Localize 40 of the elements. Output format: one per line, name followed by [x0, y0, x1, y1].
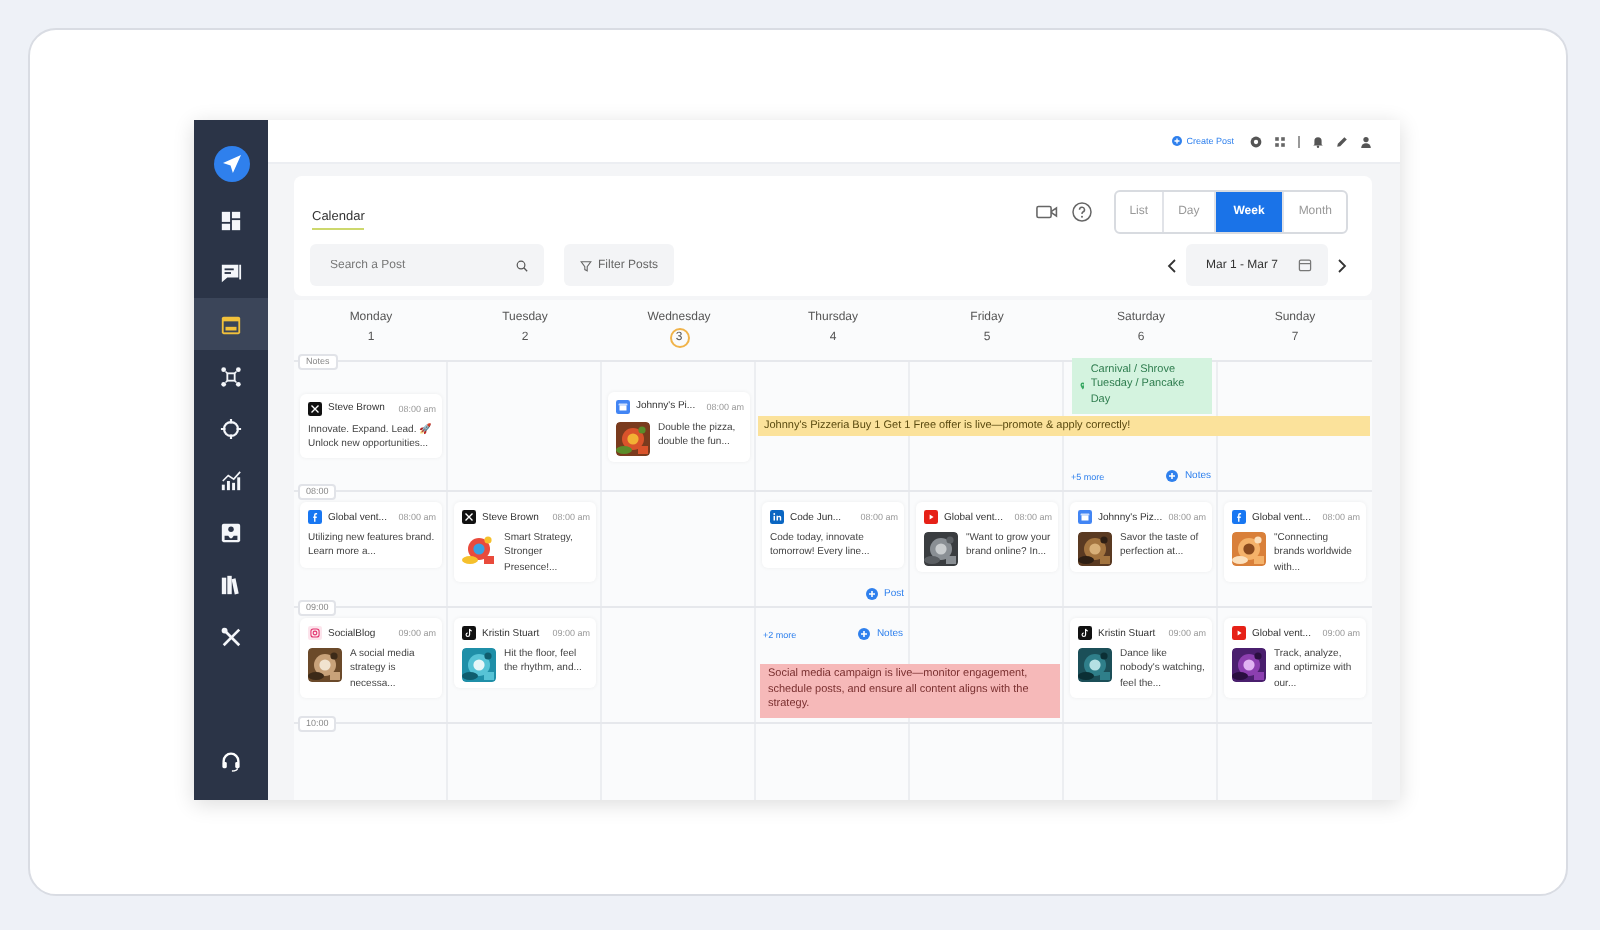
dashboard-icon — [220, 209, 242, 231]
funnel-icon — [580, 259, 592, 271]
social-icon — [462, 510, 476, 524]
chevron-right-icon[interactable] — [1336, 257, 1348, 273]
social-icon — [770, 510, 784, 524]
chart-icon — [220, 469, 242, 491]
social-icon — [1232, 626, 1246, 640]
calendar-icon — [1298, 258, 1312, 272]
headset-icon[interactable] — [220, 750, 242, 772]
books-icon — [220, 573, 242, 595]
social-icon — [308, 401, 322, 416]
user-icon[interactable] — [1360, 135, 1372, 147]
chat-icon — [220, 261, 242, 283]
tools-icon — [220, 625, 242, 647]
social-icon — [462, 626, 476, 640]
grid-icon[interactable] — [1274, 135, 1286, 147]
plus-circle-icon — [858, 628, 871, 640]
help-icon[interactable] — [1071, 201, 1092, 221]
social-icon — [616, 399, 630, 413]
calendar-icon — [220, 313, 242, 335]
logo[interactable] — [213, 146, 249, 182]
social-icon — [924, 510, 938, 524]
plus-circle-icon — [1166, 470, 1179, 482]
social-icon — [308, 626, 322, 640]
sidebar-item[interactable] — [194, 298, 268, 350]
search-icon — [516, 259, 528, 271]
social-icon — [1078, 510, 1092, 524]
social-icon — [1232, 510, 1246, 524]
bell-icon[interactable] — [1312, 135, 1324, 147]
social-icon — [308, 510, 322, 524]
pin-icon — [1079, 379, 1085, 392]
social-icon — [1078, 626, 1092, 640]
chevron-left-icon[interactable] — [1165, 257, 1178, 273]
plus-circle-icon — [865, 588, 878, 600]
network-icon — [220, 365, 242, 387]
plus-circle-icon — [1172, 136, 1183, 146]
pen-icon[interactable] — [1336, 135, 1348, 147]
video-icon[interactable] — [1035, 203, 1058, 219]
target-icon — [220, 417, 242, 439]
inbox-icon — [220, 521, 242, 543]
